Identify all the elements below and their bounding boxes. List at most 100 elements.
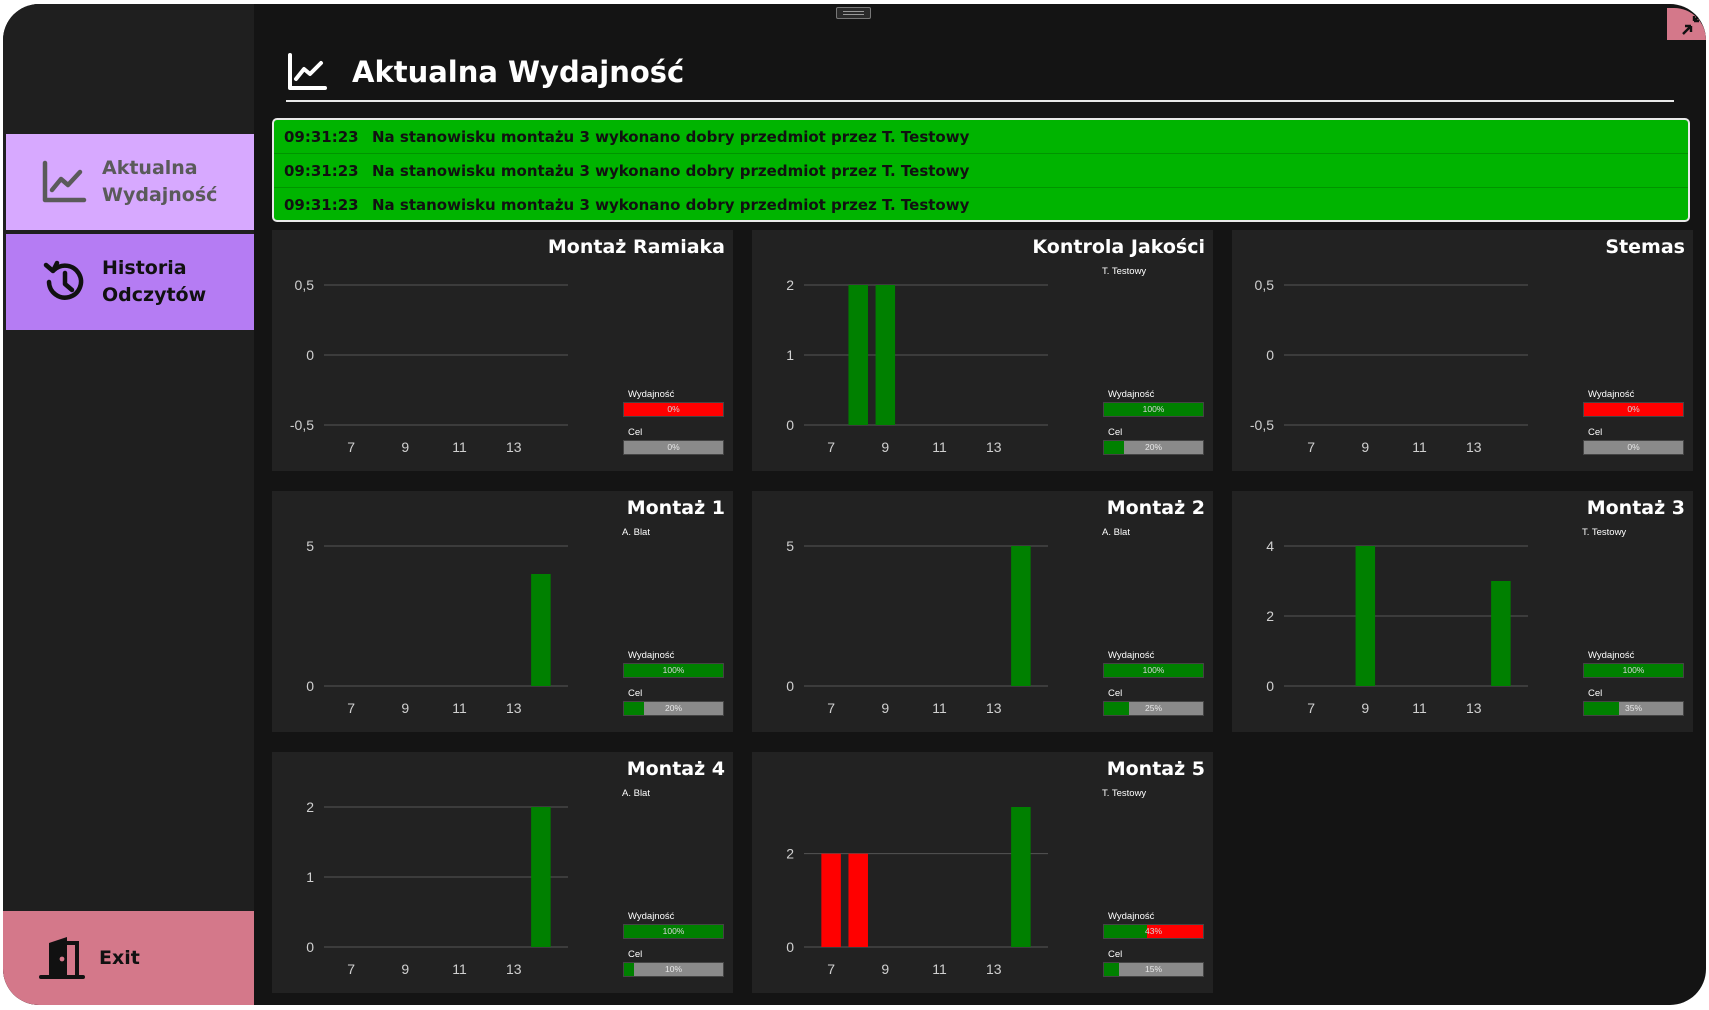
target-label: Cel <box>628 688 643 699</box>
sidebar: Aktualna Wydajność Historia Odczytów Exi… <box>3 4 254 1005</box>
station-title: Montaż 3 <box>1586 497 1685 519</box>
station-chart: 2 0 7 9 11 13 <box>786 807 1048 977</box>
x-tick-label: 7 <box>1307 700 1315 716</box>
target-label: Cel <box>1108 949 1123 960</box>
sidebar-item-current-efficiency[interactable]: Aktualna Wydajność <box>6 134 254 230</box>
worker-name: A. Blat <box>1102 527 1130 538</box>
x-tick-label: 9 <box>1361 439 1369 455</box>
log-time: 09:31:23 <box>284 195 359 214</box>
station-panel: Stemas 0,5 0 -0,5 7 9 11 13 Wydajność 0% Cel 0% <box>1232 230 1693 471</box>
y-tick-label: 0 <box>786 678 794 694</box>
efficiency-bar: 100% <box>623 663 724 678</box>
efficiency-label: Wydajność <box>628 389 675 400</box>
efficiency-label: Wydajność <box>628 650 675 661</box>
x-tick-label: 9 <box>881 700 889 716</box>
bar <box>1355 546 1376 686</box>
efficiency-label: Wydajność <box>1588 389 1635 400</box>
worker-name: A. Blat <box>622 788 650 799</box>
worker-name: T. Testowy <box>1102 788 1147 799</box>
x-tick-label: 9 <box>881 961 889 977</box>
sidebar-item-reading-history[interactable]: Historia Odczytów <box>6 234 254 330</box>
station-title: Stemas <box>1605 236 1685 258</box>
x-tick-label: 9 <box>401 439 409 455</box>
log-entry: 09:31:23 Na stanowisku montażu 3 wykonan… <box>274 120 1688 154</box>
y-tick-label: 2 <box>1266 608 1274 624</box>
y-tick-label: 1 <box>786 347 794 363</box>
window-drag-handle[interactable] <box>836 7 871 19</box>
bar <box>875 285 896 425</box>
target-value: 0% <box>667 442 680 452</box>
collapse-arrows-icon <box>1682 13 1702 35</box>
app-window: Aktualna Wydajność Historia Odczytów Exi… <box>3 4 1706 1005</box>
station-panel: Montaż 3 T. Testowy 4 2 0 7 9 11 13 Wydajność 100%… <box>1232 491 1693 732</box>
y-tick-label: 0 <box>306 678 314 694</box>
worker-name: T. Testowy <box>1582 527 1627 538</box>
x-tick-label: 7 <box>347 961 355 977</box>
bar <box>1011 807 1031 947</box>
station-panel: Montaż 5 T. Testowy 2 0 7 9 11 13 Wydajność 43% Ce… <box>752 752 1213 993</box>
worker-name: A. Blat <box>622 527 650 538</box>
y-tick-label: 0 <box>306 939 314 955</box>
x-tick-label: 11 <box>452 700 467 716</box>
target-bar: 35% <box>1583 701 1684 716</box>
log-entry: 09:31:23 Na stanowisku montażu 3 wykonan… <box>274 154 1688 188</box>
x-tick-label: 9 <box>401 961 409 977</box>
x-tick-label: 9 <box>401 700 409 716</box>
station-title: Montaż 5 <box>1106 758 1205 780</box>
exit-button[interactable]: Exit <box>3 911 254 1005</box>
efficiency-label: Wydajność <box>1108 911 1155 922</box>
station-panel: Kontrola Jakości T. Testowy 2 1 0 7 9 11 13 Wydaj… <box>752 230 1213 471</box>
x-tick-label: 11 <box>1412 439 1427 455</box>
target-bar: 15% <box>1103 962 1204 977</box>
page-header: Aktualna Wydajność <box>286 44 1674 102</box>
y-tick-label: 5 <box>306 538 314 554</box>
bar <box>848 285 868 425</box>
x-tick-label: 7 <box>347 700 355 716</box>
x-tick-label: 11 <box>932 700 947 716</box>
restore-window-button[interactable] <box>1667 8 1706 40</box>
target-label: Cel <box>628 949 643 960</box>
x-tick-label: 9 <box>881 439 889 455</box>
efficiency-label: Wydajność <box>1108 389 1155 400</box>
x-tick-label: 13 <box>1466 439 1482 455</box>
target-value: 10% <box>664 964 682 974</box>
line-chart-icon <box>42 160 87 203</box>
x-tick-label: 13 <box>506 961 522 977</box>
target-label: Cel <box>1108 688 1123 699</box>
bar <box>531 574 551 686</box>
target-bar: 0% <box>623 440 724 455</box>
target-bar: 0% <box>1583 440 1684 455</box>
efficiency-value: 43% <box>1144 926 1162 936</box>
y-tick-label: 0 <box>1266 347 1274 363</box>
log-entry: 09:31:23 Na stanowisku montażu 3 wykonan… <box>274 188 1688 221</box>
efficiency-value: 100% <box>662 665 685 675</box>
x-tick-label: 9 <box>1361 700 1369 716</box>
station-title: Montaż 4 <box>626 758 725 780</box>
efficiency-label: Wydajność <box>1588 650 1635 661</box>
target-value: 20% <box>1144 442 1162 452</box>
x-tick-label: 11 <box>932 961 947 977</box>
door-exit-icon <box>39 937 85 979</box>
x-tick-label: 7 <box>827 961 835 977</box>
bar <box>848 853 868 947</box>
sidebar-item-label: Aktualna Wydajność <box>102 157 218 206</box>
y-tick-label: 0 <box>786 939 794 955</box>
target-label: Cel <box>1588 688 1603 699</box>
y-tick-label: 0,5 <box>295 277 315 293</box>
target-label: Cel <box>1108 427 1123 438</box>
exit-label: Exit <box>99 947 140 969</box>
station-chart: 0,5 0 -0,5 7 9 11 13 <box>1250 277 1528 455</box>
y-tick-label: 4 <box>1266 538 1274 554</box>
efficiency-bar: 43% <box>1103 924 1204 939</box>
x-tick-label: 13 <box>986 439 1002 455</box>
efficiency-bar: 0% <box>1583 402 1684 417</box>
target-label: Cel <box>628 427 643 438</box>
history-icon <box>43 260 84 300</box>
target-value: 35% <box>1624 703 1642 713</box>
efficiency-value: 0% <box>667 404 680 414</box>
efficiency-value: 100% <box>1142 404 1165 414</box>
efficiency-value: 0% <box>1627 404 1640 414</box>
efficiency-value: 100% <box>1142 665 1165 675</box>
sidebar-item-label: Historia Odczytów <box>102 257 207 306</box>
y-tick-label: 0 <box>786 417 794 433</box>
